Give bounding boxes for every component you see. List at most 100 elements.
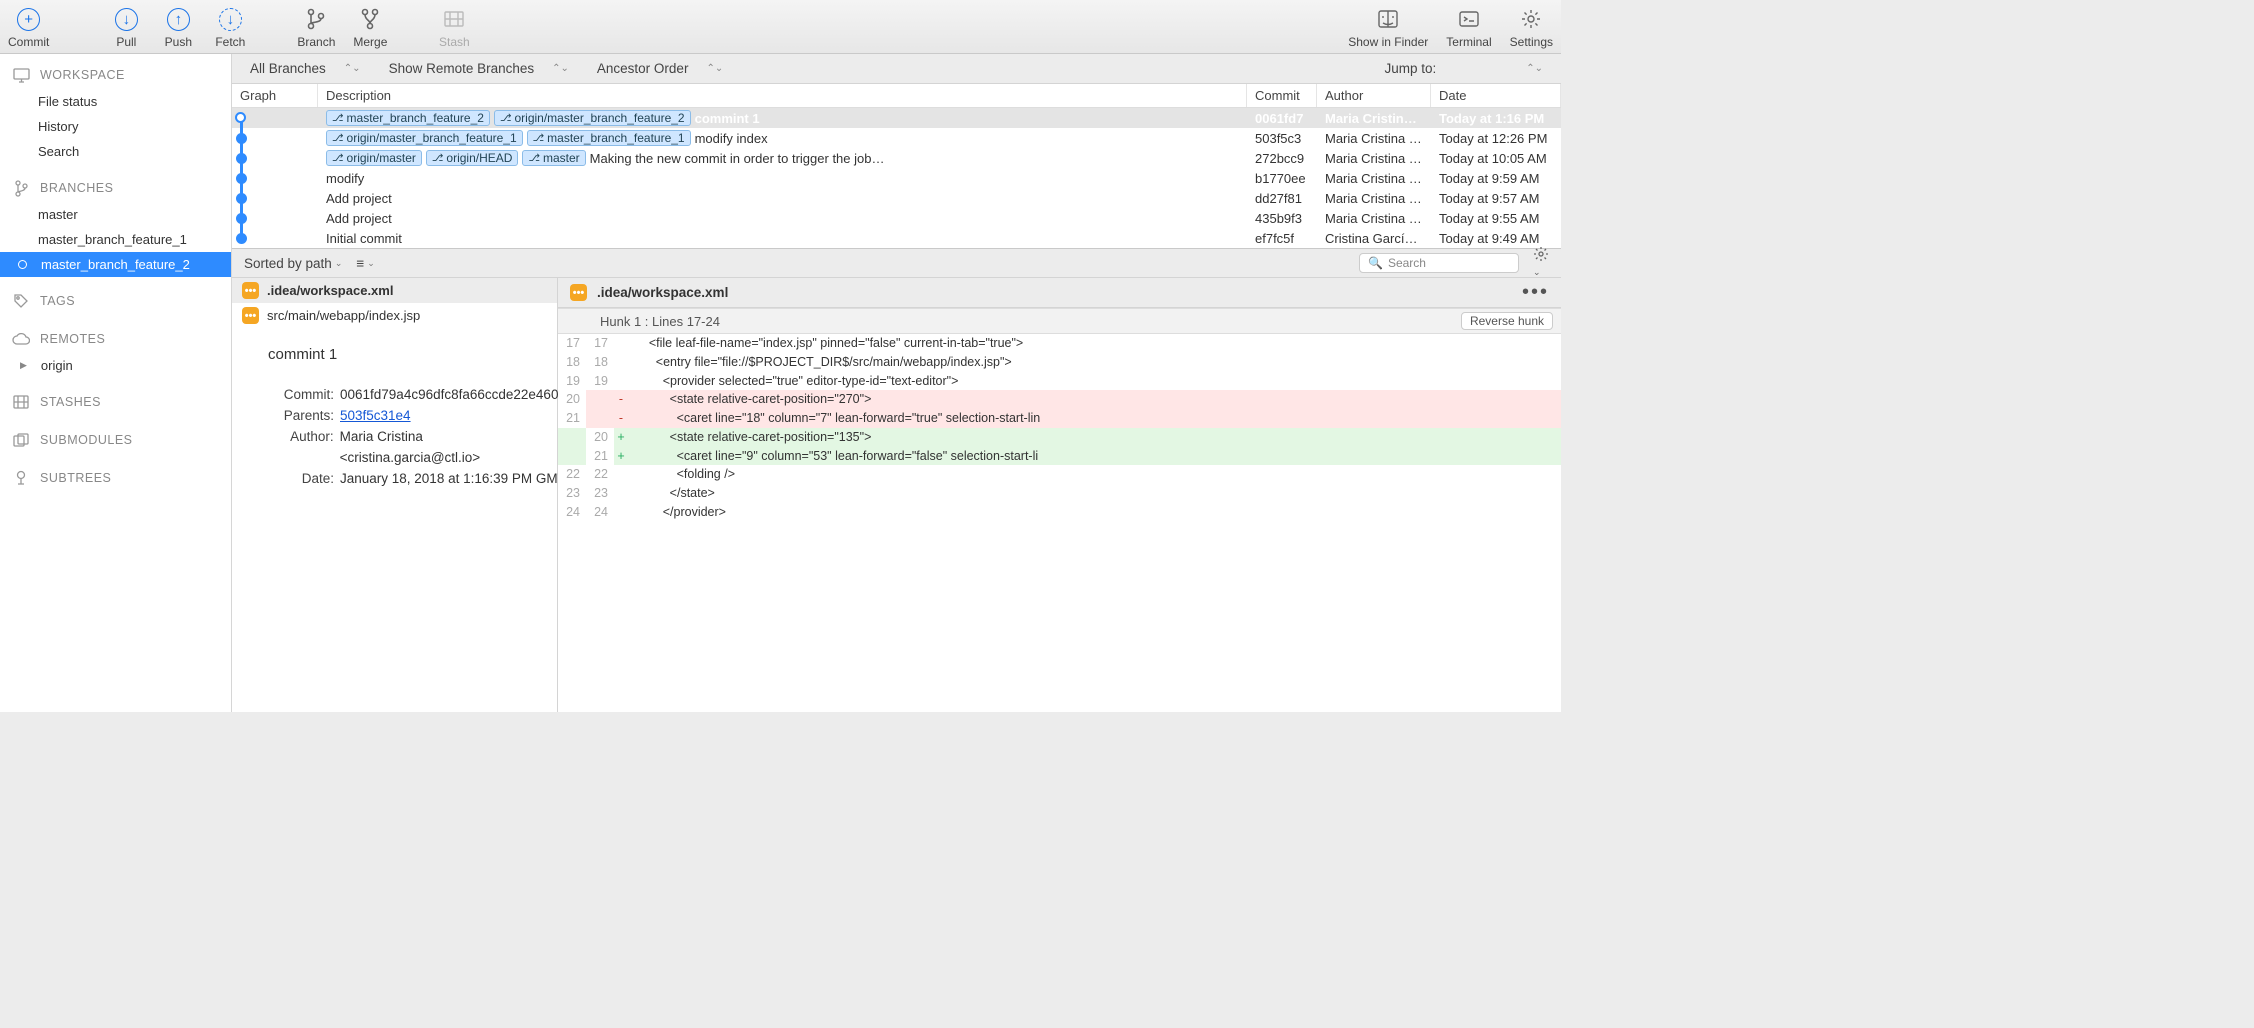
graph-node-icon — [236, 133, 247, 144]
graph-node-icon — [236, 173, 247, 184]
commit-commit: 435b9f3 — [1247, 211, 1317, 226]
commit-row[interactable]: Add projectdd27f81Maria Cristina <cri…To… — [232, 188, 1561, 208]
chevron-right-icon: ▶ — [20, 360, 27, 371]
diff-line: 1919 <provider selected="true" editor-ty… — [558, 372, 1561, 391]
merge-button[interactable]: Merge — [353, 5, 387, 49]
commit-row[interactable]: modifyb1770eeMaria Cristina <cri…Today a… — [232, 168, 1561, 188]
branch-tag[interactable]: ⎇origin/HEAD — [426, 150, 519, 166]
chevron-updown-icon: ⌃⌄ — [344, 63, 361, 74]
changed-file-item[interactable]: •••.idea/workspace.xml — [232, 278, 557, 303]
view-mode-dropdown[interactable]: ≡ ⌄ — [356, 256, 374, 271]
sort-dropdown[interactable]: Sorted by path ⌄ — [244, 256, 342, 271]
commit-row[interactable]: ⎇origin/master⎇origin/HEAD⎇master Making… — [232, 148, 1561, 168]
remotes-label: REMOTES — [40, 332, 105, 346]
file-path: src/main/webapp/index.jsp — [267, 308, 420, 323]
workspace-section-header[interactable]: WORKSPACE — [0, 61, 231, 89]
commit-date: Today at 10:05 AM — [1431, 151, 1561, 166]
diff-line: 2222 <folding /> — [558, 465, 1561, 484]
graph-node-icon — [235, 112, 246, 123]
commit-row[interactable]: ⎇master_branch_feature_2⎇origin/master_b… — [232, 108, 1561, 128]
chevron-down-icon: ⌄ — [367, 258, 375, 269]
diff-line: 21+ <caret line="9" column="53" lean-for… — [558, 447, 1561, 466]
commit-row[interactable]: Add project435b9f3Maria Cristina <cri…To… — [232, 208, 1561, 228]
commit-author: Cristina García del… — [1317, 231, 1431, 246]
jump-to-label: Jump to: — [1384, 61, 1436, 76]
sidebar-item-search[interactable]: Search — [0, 139, 231, 164]
stashes-label: STASHES — [40, 395, 101, 409]
diff-file-name: .idea/workspace.xml — [597, 285, 728, 300]
branch-icon: ⎇ — [528, 153, 540, 164]
branches-label: BRANCHES — [40, 181, 113, 195]
hunk-label: Hunk 1 : Lines 17-24 — [600, 314, 720, 329]
hunk-header: Hunk 1 : Lines 17-24 Reverse hunk — [558, 308, 1561, 334]
graph-node-icon — [236, 153, 247, 164]
stash-list-icon — [12, 393, 30, 411]
commit-date: Today at 9:49 AM — [1431, 231, 1561, 246]
subtree-icon — [12, 469, 30, 487]
graph-node-icon — [236, 193, 247, 204]
branch-tag[interactable]: ⎇master_branch_feature_1 — [527, 130, 691, 146]
sidebar-branch-feature-1[interactable]: master_branch_feature_1 — [0, 227, 231, 252]
remotes-section-header[interactable]: REMOTES — [0, 325, 231, 353]
remote-filter-dropdown[interactable]: Show Remote Branches⌃⌄ — [389, 61, 569, 76]
branch-tag[interactable]: ⎇origin/master — [326, 150, 422, 166]
branches-filter-label: All Branches — [250, 61, 326, 76]
sidebar-item-file-status[interactable]: File status — [0, 89, 231, 114]
branch-tag[interactable]: ⎇master_branch_feature_2 — [326, 110, 490, 126]
terminal-label: Terminal — [1446, 35, 1491, 49]
sidebar-remote-origin[interactable]: ▶origin — [0, 353, 231, 378]
branches-filter-dropdown[interactable]: All Branches ⌃⌄ — [250, 61, 361, 76]
order-filter-dropdown[interactable]: Ancestor Order⌃⌄ — [597, 61, 723, 76]
stashes-section-header[interactable]: STASHES — [0, 388, 231, 416]
search-icon: 🔍 — [1368, 256, 1383, 270]
col-author-header[interactable]: Author — [1317, 84, 1431, 107]
reverse-hunk-button[interactable]: Reverse hunk — [1461, 312, 1553, 330]
parent-commit-link[interactable]: 503f5c31e4 — [340, 406, 411, 427]
show-in-finder-button[interactable]: Show in Finder — [1348, 5, 1428, 49]
branch-tag[interactable]: ⎇origin/master_branch_feature_1 — [326, 130, 523, 146]
commit-button[interactable]: + Commit — [8, 5, 49, 49]
chevron-down-icon: ⌄ — [335, 258, 343, 269]
diff-menu-button[interactable]: ••• — [1522, 281, 1549, 304]
col-desc-header[interactable]: Description — [318, 84, 1247, 107]
push-button[interactable]: ↑ Push — [161, 5, 195, 49]
branch-icon — [302, 5, 330, 33]
detail-settings-button[interactable]: ⌄ — [1533, 246, 1549, 280]
tags-section-header[interactable]: TAGS — [0, 287, 231, 315]
branch-icon: ⎇ — [500, 113, 512, 124]
sidebar-branch-master[interactable]: master — [0, 202, 231, 227]
sidebar-branch-feature-2[interactable]: master_branch_feature_2 — [0, 252, 231, 277]
branch-tag[interactable]: ⎇master — [522, 150, 585, 166]
settings-button[interactable]: Settings — [1510, 5, 1553, 49]
col-commit-header[interactable]: Commit — [1247, 84, 1317, 107]
jump-to-dropdown[interactable]: Jump to: ⌃⌄ — [1384, 61, 1543, 76]
pull-button[interactable]: ↓ Pull — [109, 5, 143, 49]
terminal-button[interactable]: Terminal — [1446, 5, 1491, 49]
fetch-button[interactable]: ↓ Fetch — [213, 5, 247, 49]
fetch-label: Fetch — [215, 35, 245, 49]
subtrees-section-header[interactable]: SUBTREES — [0, 464, 231, 492]
diff-line: 1717 <file leaf-file-name="index.jsp" pi… — [558, 334, 1561, 353]
branches-section-header[interactable]: BRANCHES — [0, 174, 231, 202]
chevron-down-icon: ⌄ — [1533, 267, 1541, 277]
col-date-header[interactable]: Date — [1431, 84, 1561, 107]
sidebar-item-history[interactable]: History — [0, 114, 231, 139]
chevron-updown-icon: ⌃⌄ — [1526, 63, 1543, 74]
commit-row[interactable]: ⎇origin/master_branch_feature_1⎇master_b… — [232, 128, 1561, 148]
diff-code-block[interactable]: 1717 <file leaf-file-name="index.jsp" pi… — [558, 334, 1561, 522]
graph-node-icon — [236, 233, 247, 244]
search-placeholder: Search — [1388, 256, 1426, 270]
branch-tag[interactable]: ⎇origin/master_branch_feature_2 — [494, 110, 691, 126]
content-area: All Branches ⌃⌄ Show Remote Branches⌃⌄ An… — [232, 54, 1561, 712]
branch-icon: ⎇ — [332, 153, 344, 164]
submodules-section-header[interactable]: SUBMODULES — [0, 426, 231, 454]
diff-line: 2424 </provider> — [558, 503, 1561, 522]
changed-file-item[interactable]: •••src/main/webapp/index.jsp — [232, 303, 557, 328]
parents-key: Parents: — [268, 406, 334, 427]
branch-button[interactable]: Branch — [297, 5, 335, 49]
col-graph-header[interactable]: Graph — [232, 84, 318, 107]
stash-button[interactable]: Stash — [437, 5, 471, 49]
tags-label: TAGS — [40, 294, 75, 308]
commit-row[interactable]: Initial commitef7fc5fCristina García del… — [232, 228, 1561, 248]
detail-search-input[interactable]: 🔍 Search — [1359, 253, 1519, 273]
